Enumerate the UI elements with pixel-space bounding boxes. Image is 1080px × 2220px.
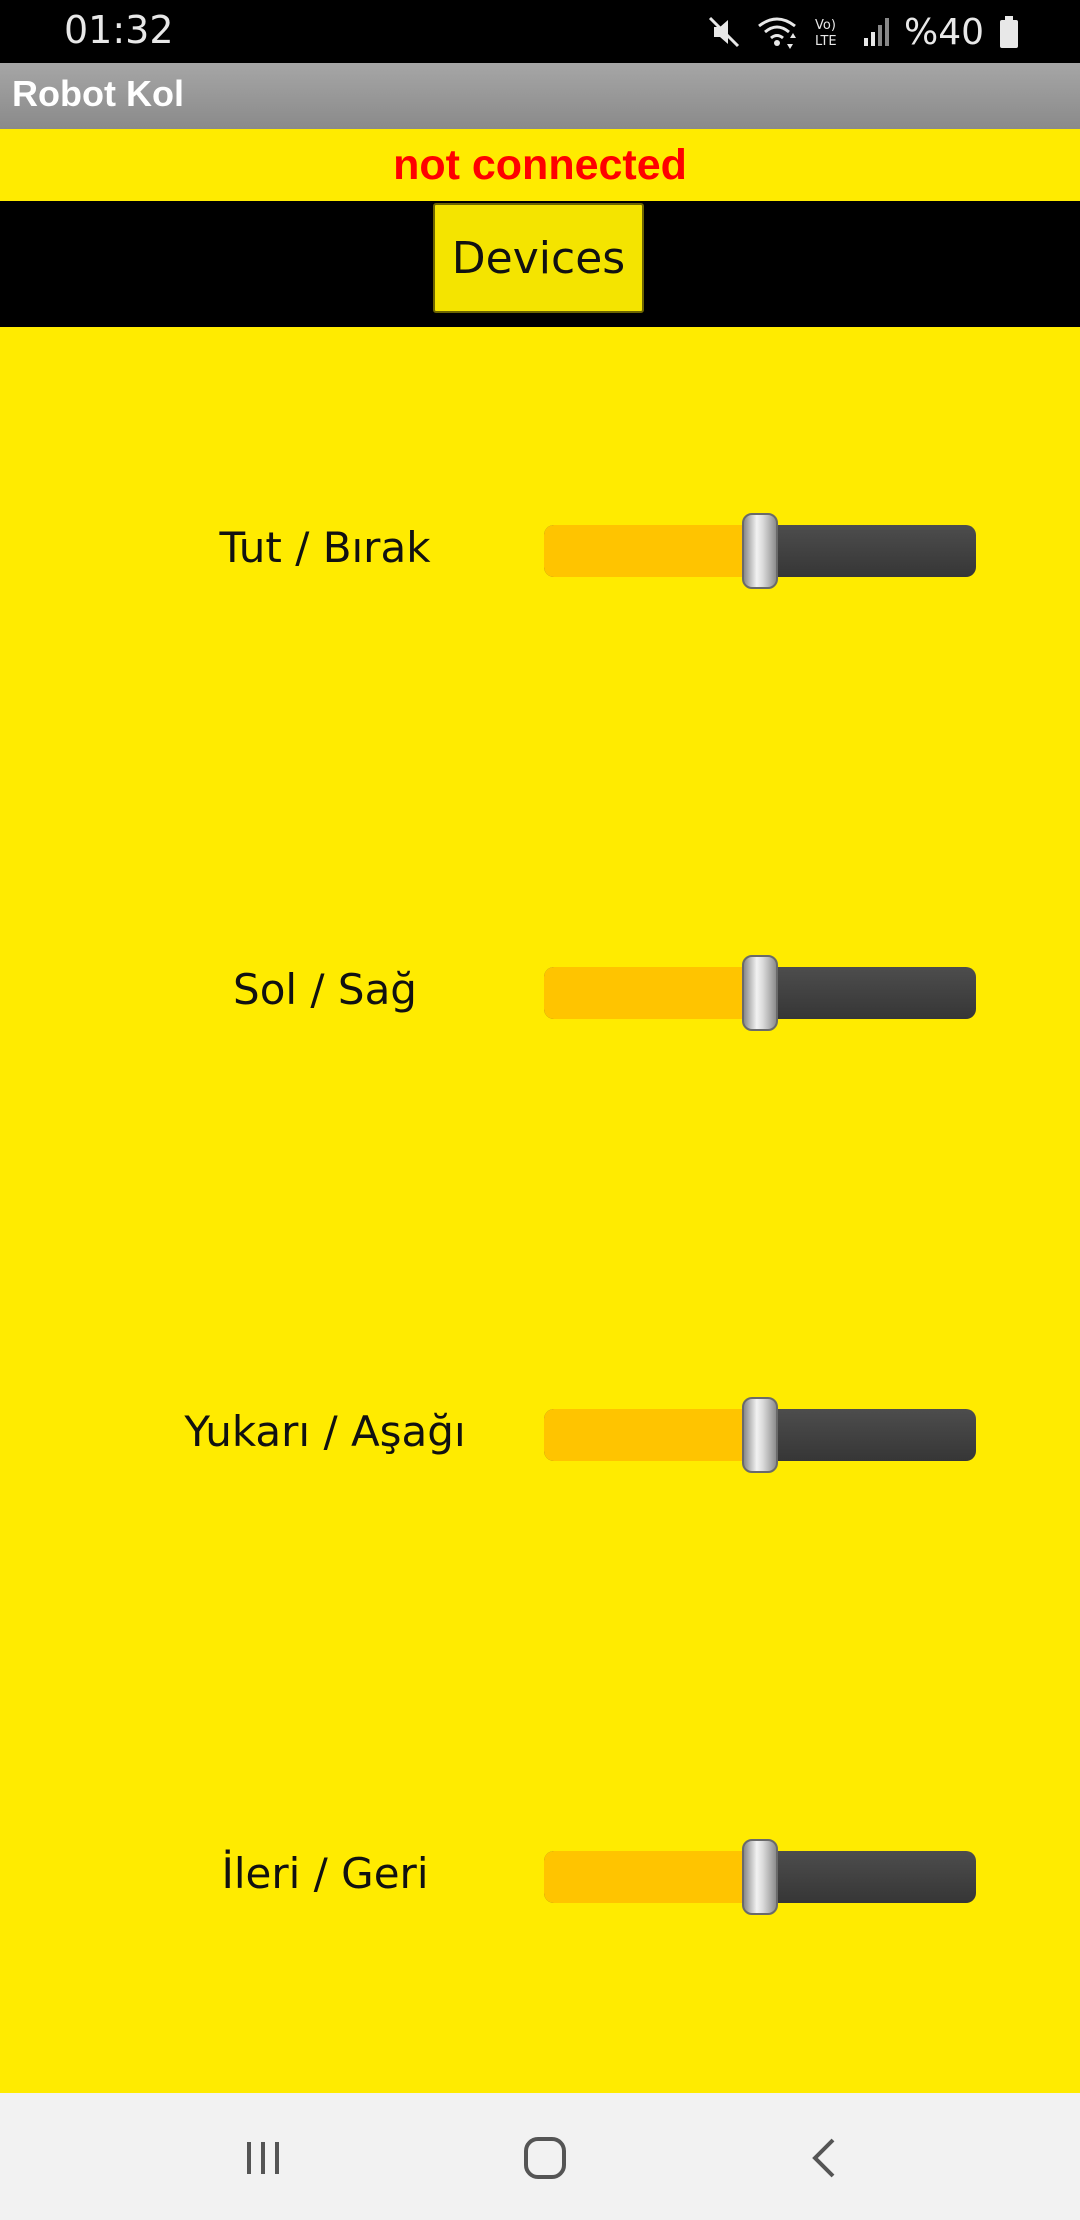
control-row-left-right: Sol / Sağ	[0, 929, 1080, 1049]
slider-thumb[interactable]	[742, 955, 778, 1031]
svg-text:LTE: LTE	[815, 34, 837, 49]
app-title: Robot Kol	[12, 73, 184, 114]
signal-icon	[863, 18, 889, 46]
control-label: Yukarı / Aşağı	[184, 1407, 466, 1456]
status-icons: Vo) LTE %40	[706, 8, 1020, 56]
back-button[interactable]	[780, 2123, 870, 2193]
devices-button[interactable]: Devices	[433, 203, 644, 313]
wifi-icon	[758, 17, 796, 49]
control-row-up-down: Yukarı / Aşağı	[0, 1371, 1080, 1491]
grip-slider[interactable]	[544, 513, 976, 589]
control-label: Tut / Bırak	[219, 523, 431, 572]
slider-fill	[544, 1851, 760, 1903]
forward-back-slider[interactable]	[544, 1839, 976, 1915]
mute-icon	[708, 16, 740, 48]
up-down-slider[interactable]	[544, 1397, 976, 1473]
recent-apps-button[interactable]	[218, 2123, 308, 2193]
left-right-slider[interactable]	[544, 955, 976, 1031]
svg-text:Vo): Vo)	[815, 18, 836, 33]
status-time: 01:32	[64, 8, 174, 52]
control-row-forward-back: İleri / Geri	[0, 1813, 1080, 1933]
control-row-grip: Tut / Bırak	[0, 487, 1080, 607]
navigation-bar	[0, 2093, 1080, 2220]
slider-fill	[544, 525, 760, 577]
status-bar: 01:32 Vo) LTE %40	[0, 0, 1080, 63]
slider-fill	[544, 967, 760, 1019]
control-label: Sol / Sağ	[233, 965, 417, 1014]
control-label: İleri / Geri	[221, 1849, 429, 1898]
battery-icon	[1000, 16, 1018, 48]
slider-thumb[interactable]	[742, 1839, 778, 1915]
battery-percentage: %40	[903, 11, 984, 53]
title-bar: Robot Kol	[0, 63, 1080, 129]
connection-status-row: not connected	[0, 129, 1080, 201]
volte-icon: Vo) LTE	[815, 18, 837, 49]
recent-apps-icon	[247, 2142, 279, 2174]
connection-status: not connected	[393, 140, 687, 189]
home-icon	[524, 2137, 566, 2179]
slider-thumb[interactable]	[742, 1397, 778, 1473]
slider-thumb[interactable]	[742, 513, 778, 589]
slider-fill	[544, 1409, 760, 1461]
back-icon	[812, 2138, 835, 2178]
home-button[interactable]	[500, 2123, 590, 2193]
